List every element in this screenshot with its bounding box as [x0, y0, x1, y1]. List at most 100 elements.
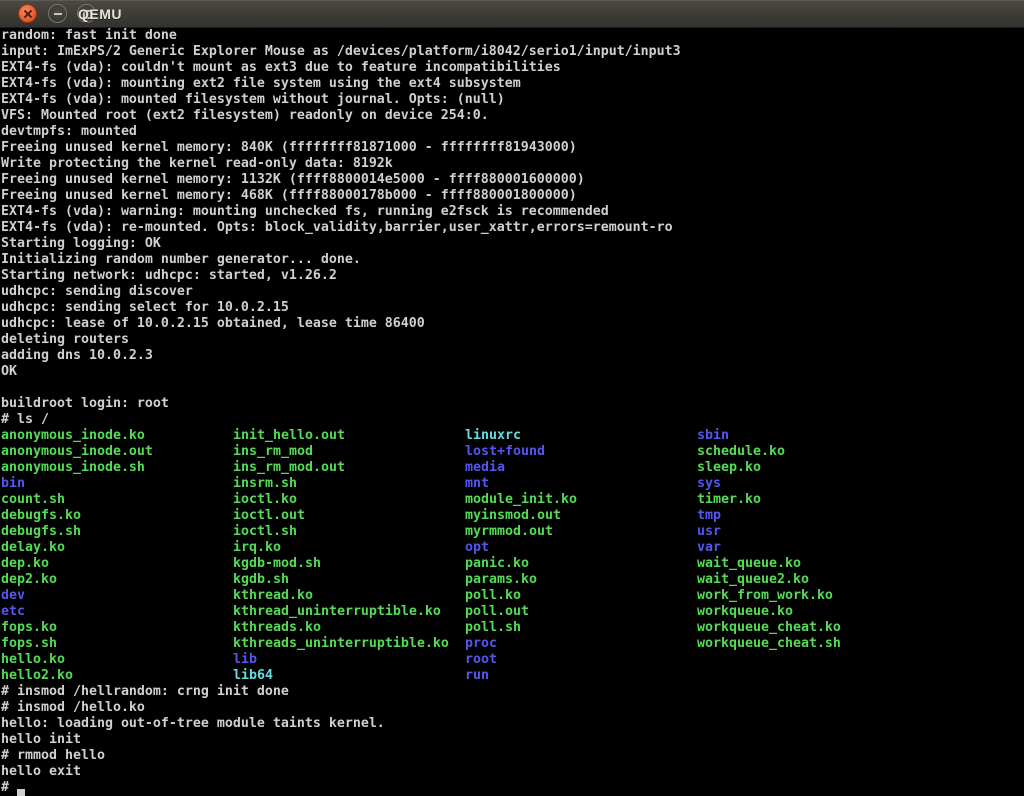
- file-entry: poll.out: [465, 604, 697, 620]
- ls-row: delay.koirq.kooptvar: [1, 540, 1024, 556]
- file-entry: run: [465, 668, 489, 684]
- prompt-line: #: [1, 780, 1024, 796]
- file-entry: ioctl.out: [233, 508, 465, 524]
- file-entry: hello.ko: [1, 652, 233, 668]
- file-entry: ioctl.sh: [233, 524, 465, 540]
- ls-row: bininsrm.shmntsys: [1, 476, 1024, 492]
- file-entry: dep2.ko: [1, 572, 233, 588]
- file-entry: wait_queue2.ko: [697, 572, 809, 588]
- file-entry: dev: [1, 588, 233, 604]
- file-entry: kthreads_uninterruptible.ko: [233, 636, 465, 652]
- console-line: Write protecting the kernel read-only da…: [1, 156, 1024, 172]
- console-line: udhcpc: sending discover: [1, 284, 1024, 300]
- terminal-cursor: [17, 789, 25, 796]
- ls-row: fops.shkthreads_uninterruptible.koprocwo…: [1, 636, 1024, 652]
- file-entry: hello2.ko: [1, 668, 233, 684]
- file-entry: bin: [1, 476, 233, 492]
- console-line: VFS: Mounted root (ext2 filesystem) read…: [1, 108, 1024, 124]
- file-entry: anonymous_inode.out: [1, 444, 233, 460]
- console-line: Starting logging: OK: [1, 236, 1024, 252]
- ls-row: etckthread_uninterruptible.kopoll.outwor…: [1, 604, 1024, 620]
- file-entry: init_hello.out: [233, 428, 465, 444]
- file-entry: anonymous_inode.sh: [1, 460, 233, 476]
- file-entry: sys: [697, 476, 721, 492]
- file-entry: params.ko: [465, 572, 697, 588]
- close-icon: [19, 5, 36, 22]
- console-line: Freeing unused kernel memory: 840K (ffff…: [1, 140, 1024, 156]
- file-entry: fops.ko: [1, 620, 233, 636]
- file-entry: root: [465, 652, 497, 668]
- file-entry: poll.ko: [465, 588, 697, 604]
- file-entry: sbin: [697, 428, 729, 444]
- file-entry: fops.sh: [1, 636, 233, 652]
- file-entry: debugfs.ko: [1, 508, 233, 524]
- ls-row: dep2.kokgdb.shparams.kowait_queue2.ko: [1, 572, 1024, 588]
- console-line: udhcpc: lease of 10.0.2.15 obtained, lea…: [1, 316, 1024, 332]
- file-entry: kthread.ko: [233, 588, 465, 604]
- console-line: Starting network: udhcpc: started, v1.26…: [1, 268, 1024, 284]
- console-line: deleting routers: [1, 332, 1024, 348]
- file-entry: poll.sh: [465, 620, 697, 636]
- console-line: Freeing unused kernel memory: 1132K (fff…: [1, 172, 1024, 188]
- file-entry: irq.ko: [233, 540, 465, 556]
- ls-row: debugfs.koioctl.outmyinsmod.outtmp: [1, 508, 1024, 524]
- console-line: devtmpfs: mounted: [1, 124, 1024, 140]
- console-line: hello: loading out-of-tree module taints…: [1, 716, 1024, 732]
- file-entry: tmp: [697, 508, 721, 524]
- console-line: hello exit: [1, 764, 1024, 780]
- file-entry: insrm.sh: [233, 476, 465, 492]
- file-entry: module_init.ko: [465, 492, 697, 508]
- shell-prompt: #: [1, 780, 17, 795]
- minimize-icon: [49, 5, 66, 22]
- console-line: random: fast init done: [1, 28, 1024, 44]
- console-line: hello init: [1, 732, 1024, 748]
- console-line: # ls /: [1, 412, 1024, 428]
- console-line: input: ImExPS/2 Generic Explorer Mouse a…: [1, 44, 1024, 60]
- ls-row: fops.kokthreads.kopoll.shworkqueue_cheat…: [1, 620, 1024, 636]
- file-entry: ioctl.ko: [233, 492, 465, 508]
- window-title: QEMU: [78, 4, 122, 24]
- titlebar[interactable]: QEMU: [0, 0, 1024, 28]
- file-entry: schedule.ko: [697, 444, 785, 460]
- file-entry: dep.ko: [1, 556, 233, 572]
- file-entry: workqueue_cheat.sh: [697, 636, 841, 652]
- terminal-screen[interactable]: random: fast init doneinput: ImExPS/2 Ge…: [0, 28, 1024, 796]
- minimize-button[interactable]: [48, 4, 67, 23]
- console-line: Freeing unused kernel memory: 468K (ffff…: [1, 188, 1024, 204]
- file-entry: lib64: [233, 668, 465, 684]
- console-line: buildroot login: root: [1, 396, 1024, 412]
- file-entry: workqueue.ko: [697, 604, 793, 620]
- file-entry: kthread_uninterruptible.ko: [233, 604, 465, 620]
- console-line: udhcpc: sending select for 10.0.2.15: [1, 300, 1024, 316]
- console-line: [1, 380, 1024, 396]
- ls-row: devkthread.kopoll.kowork_from_work.ko: [1, 588, 1024, 604]
- file-entry: etc: [1, 604, 233, 620]
- console-line: # insmod /hello.ko: [1, 700, 1024, 716]
- file-entry: anonymous_inode.ko: [1, 428, 233, 444]
- file-entry: work_from_work.ko: [697, 588, 833, 604]
- console-line: EXT4-fs (vda): mounted filesystem withou…: [1, 92, 1024, 108]
- file-entry: delay.ko: [1, 540, 233, 556]
- file-entry: myinsmod.out: [465, 508, 697, 524]
- ls-row: hello.kolibroot: [1, 652, 1024, 668]
- ls-row: anonymous_inode.shins_rm_mod.outmediasle…: [1, 460, 1024, 476]
- file-entry: media: [465, 460, 697, 476]
- file-entry: usr: [697, 524, 721, 540]
- console-line: adding dns 10.0.2.3: [1, 348, 1024, 364]
- close-button[interactable]: [18, 4, 37, 23]
- file-entry: sleep.ko: [697, 460, 761, 476]
- console-line: Initializing random number generator... …: [1, 252, 1024, 268]
- ls-row: anonymous_inode.koinit_hello.outlinuxrcs…: [1, 428, 1024, 444]
- file-entry: panic.ko: [465, 556, 697, 572]
- file-entry: lost+found: [465, 444, 697, 460]
- console-line: # insmod /hellrandom: crng init done: [1, 684, 1024, 700]
- file-entry: kthreads.ko: [233, 620, 465, 636]
- file-entry: myrmmod.out: [465, 524, 697, 540]
- ls-row: count.shioctl.komodule_init.kotimer.ko: [1, 492, 1024, 508]
- console-line: # rmmod hello: [1, 748, 1024, 764]
- ls-row: dep.kokgdb-mod.shpanic.kowait_queue.ko: [1, 556, 1024, 572]
- qemu-window: QEMU random: fast init doneinput: ImExPS…: [0, 0, 1024, 796]
- console-line: EXT4-fs (vda): warning: mounting uncheck…: [1, 204, 1024, 220]
- ls-row: hello2.kolib64run: [1, 668, 1024, 684]
- console-line: EXT4-fs (vda): re-mounted. Opts: block_v…: [1, 220, 1024, 236]
